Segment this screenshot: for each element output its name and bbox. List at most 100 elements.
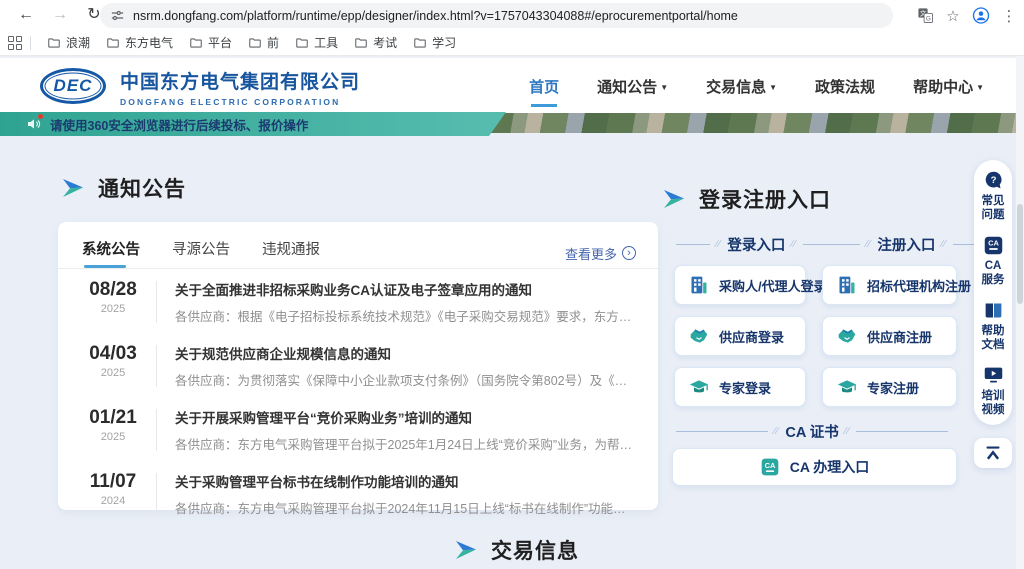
chevron-down-icon: ▼ <box>660 83 668 92</box>
nav-item-notices[interactable]: 通知公告▼ <box>597 70 668 103</box>
company-name-cn: 中国东方电气集团有限公司 <box>120 67 360 94</box>
divider <box>156 409 157 451</box>
chevron-down-icon: ▼ <box>769 83 777 92</box>
notice-summary: 各供应商：根据《电子招标投标系统技术规范》《电子采购交易规范》要求，东方电气采购… <box>175 306 638 325</box>
back-icon[interactable]: ← <box>14 3 38 27</box>
notice-tabs: 系统公告 寻源公告 违规通报 查看更多 › <box>58 222 658 268</box>
buyer-agent-login-button[interactable]: 采购人/代理人登录 <box>674 265 806 305</box>
divider <box>156 281 157 323</box>
notice-item[interactable]: 01/21 2025 关于开展采购管理平台“竞价采购业务”培训的通知 各供应商：… <box>58 397 658 461</box>
login-column-header: ∕∕ 登录入口 ∕∕ <box>676 234 837 255</box>
main-nav: 首页 通知公告▼ 交易信息▼ 政策法规 帮助中心▼ <box>529 58 984 114</box>
notice-date: 01/21 2025 <box>84 407 142 443</box>
notice-title[interactable]: 关于采购管理平台标书在线制作功能培训的通知 <box>175 471 638 491</box>
collapse-toolbar-button[interactable] <box>974 438 1012 468</box>
notices-section-title: 通知公告 <box>62 173 186 203</box>
expert-register-button[interactable]: 专家注册 <box>822 367 957 407</box>
bookmark-folder[interactable]: 考试 <box>346 31 405 54</box>
nav-item-trade-info[interactable]: 交易信息▼ <box>706 70 777 103</box>
ca-apply-button[interactable]: CA CA 办理入口 <box>672 448 957 486</box>
tab-violation-reports[interactable]: 违规通报 <box>262 238 320 268</box>
bookmark-folder[interactable]: 学习 <box>405 31 464 54</box>
apps-grid-icon[interactable] <box>8 36 22 50</box>
help-docs-button[interactable]: 帮助文档 <box>982 300 1005 352</box>
tab-system-notices[interactable]: 系统公告 <box>82 238 140 268</box>
notice-item[interactable]: 11/07 2024 关于采购管理平台标书在线制作功能培训的通知 各供应商：东方… <box>58 461 658 525</box>
notice-title[interactable]: 关于规范供应商企业规模信息的通知 <box>175 343 638 363</box>
handshake-icon <box>837 326 857 346</box>
notice-summary: 各供应商：东方电气采购管理平台拟于2025年1月24日上线“竞价采购”业务，为帮… <box>175 434 638 453</box>
notice-summary: 各供应商：为贯彻落实《保障中小企业款项支付条例》（国务院令第802号）及《中小企… <box>175 370 638 389</box>
ca-service-button[interactable]: CA CA服务 <box>982 235 1005 287</box>
bookmark-label: 学习 <box>432 34 456 51</box>
bookmark-folder[interactable]: 前 <box>240 31 287 54</box>
scrollbar-thumb[interactable] <box>1017 204 1023 304</box>
handshake-icon <box>689 326 709 346</box>
bookmark-folder[interactable]: 平台 <box>181 31 240 54</box>
translate-icon[interactable]: 文 G <box>916 7 934 25</box>
browser-toolbar: ← → ↻ nsrm.dongfang.com/platform/runtime… <box>0 0 1024 30</box>
bidding-agency-register-button[interactable]: 招标代理机构注册 <box>822 265 957 305</box>
building-icon <box>837 275 857 295</box>
address-bar[interactable]: nsrm.dongfang.com/platform/runtime/epp/d… <box>100 3 893 28</box>
alert-dot <box>38 114 43 119</box>
bookmark-label: 平台 <box>208 34 232 51</box>
bookmark-label: 考试 <box>373 34 397 51</box>
supplier-register-button[interactable]: 供应商注册 <box>822 316 957 356</box>
screen: ← → ↻ nsrm.dongfang.com/platform/runtime… <box>0 0 1024 569</box>
faq-button[interactable]: ? 常见问题 <box>982 170 1005 222</box>
bookmark-folder[interactable]: 浪潮 <box>39 31 98 54</box>
logo-text: DEC <box>54 76 93 96</box>
graduate-cap-icon <box>689 377 709 397</box>
bookmarks-bar: 浪潮 东方电气 平台 前 工具 考试 学习 <box>0 30 1024 56</box>
announcement-bar: 请使用360安全浏览器进行后续投标、报价操作 <box>0 112 506 136</box>
tab-sourcing-notices[interactable]: 寻源公告 <box>172 238 230 268</box>
register-column-header: ∕∕ 注册入口 ∕∕ <box>826 234 987 255</box>
bookmark-label: 前 <box>267 34 279 51</box>
folder-icon <box>189 36 203 50</box>
bookmark-folder[interactable]: 工具 <box>287 31 346 54</box>
circle-arrow-icon: › <box>622 246 636 260</box>
nav-item-home[interactable]: 首页 <box>529 70 559 103</box>
folder-icon <box>47 36 61 50</box>
ca-section-header: ∕∕ CA 证书 ∕∕ <box>676 421 948 442</box>
profile-icon[interactable] <box>972 7 990 25</box>
notice-card: 系统公告 寻源公告 违规通报 查看更多 › 08/28 2025 关于全面推进非… <box>58 222 658 510</box>
building-icon <box>689 275 709 295</box>
notice-summary: 各供应商：东方电气采购管理平台拟于2024年11月15日上线“标书在线制作”功能… <box>175 498 638 517</box>
section-arrow-icon <box>62 178 84 198</box>
graduate-cap-icon <box>837 377 857 397</box>
scrollbar-track[interactable] <box>1016 56 1024 569</box>
bookmark-star-icon[interactable]: ☆ <box>944 7 962 25</box>
expert-login-button[interactable]: 专家登录 <box>674 367 806 407</box>
menu-dots-icon[interactable]: ⋮ <box>1000 7 1018 25</box>
view-more-link[interactable]: 查看更多 › <box>565 244 636 263</box>
notice-date: 04/03 2025 <box>84 343 142 379</box>
question-icon: ? <box>983 170 1004 191</box>
nav-item-policies[interactable]: 政策法规 <box>815 70 875 103</box>
company-name: 中国东方电气集团有限公司 DONGFANG ELECTRIC CORPORATI… <box>120 67 360 107</box>
bookmark-folder[interactable]: 东方电气 <box>98 31 181 54</box>
url-text[interactable]: nsrm.dongfang.com/platform/runtime/epp/d… <box>133 9 738 23</box>
forward-icon[interactable]: → <box>48 3 72 27</box>
notice-date: 08/28 2025 <box>84 279 142 315</box>
folder-icon <box>248 36 262 50</box>
collapse-up-icon <box>984 445 1002 461</box>
ca-icon: CA <box>760 457 780 477</box>
nav-item-help-center[interactable]: 帮助中心▼ <box>913 70 984 103</box>
notice-title[interactable]: 关于全面推进非招标采购业务CA认证及电子签章应用的通知 <box>175 279 638 299</box>
dec-logo[interactable]: DEC <box>40 68 106 104</box>
divider <box>156 473 157 515</box>
supplier-login-button[interactable]: 供应商登录 <box>674 316 806 356</box>
notice-item[interactable]: 04/03 2025 关于规范供应商企业规模信息的通知 各供应商：为贯彻落实《保… <box>58 333 658 397</box>
svg-text:?: ? <box>990 175 996 186</box>
site-header: DEC 中国东方电气集团有限公司 DONGFANG ELECTRIC CORPO… <box>0 57 1024 113</box>
training-videos-button[interactable]: 培训视频 <box>982 365 1005 417</box>
section-arrow-icon <box>455 540 477 560</box>
notice-item[interactable]: 08/28 2025 关于全面推进非招标采购业务CA认证及电子签章应用的通知 各… <box>58 269 658 333</box>
notice-title[interactable]: 关于开展采购管理平台“竞价采购业务”培训的通知 <box>175 407 638 427</box>
speaker-icon <box>26 116 42 132</box>
folder-icon <box>295 36 309 50</box>
trade-section-title: 交易信息 <box>455 535 579 565</box>
site-settings-icon[interactable] <box>110 8 125 23</box>
